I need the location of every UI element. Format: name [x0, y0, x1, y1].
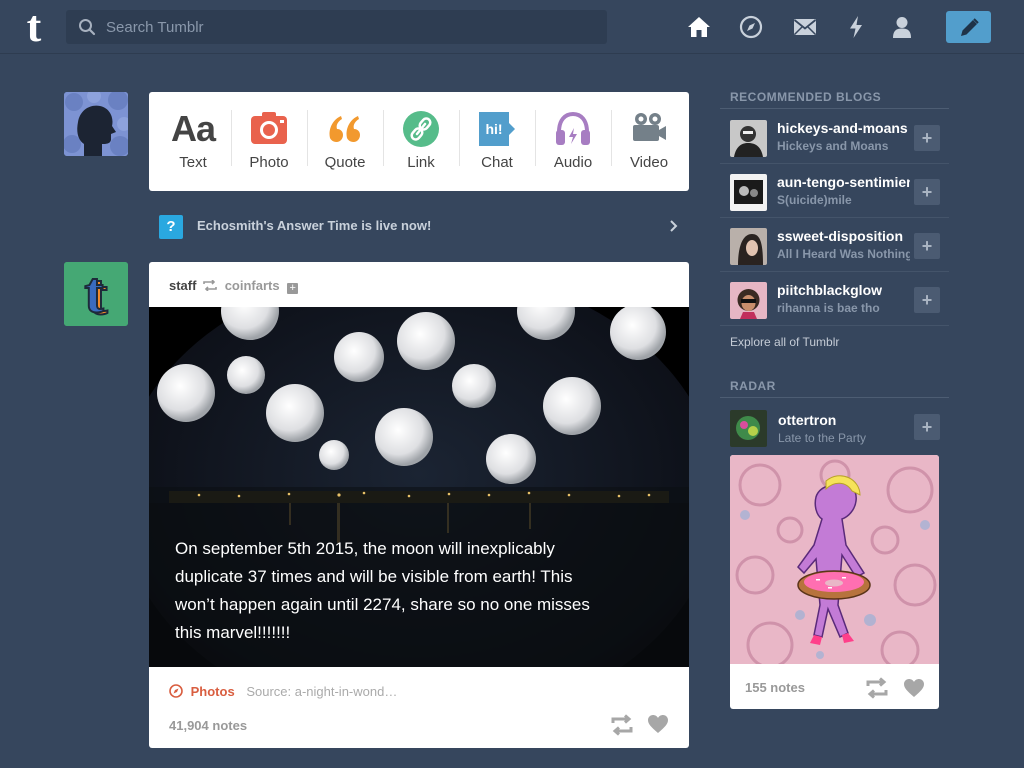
like-heart-icon[interactable]	[647, 714, 669, 734]
blog-avatar[interactable]	[730, 120, 767, 157]
blog-description: All I Heard Was Nothing	[777, 247, 910, 261]
like-heart-icon[interactable]	[903, 678, 925, 698]
post-source[interactable]: Source: a-night-in-wond…	[246, 684, 397, 699]
follow-button[interactable]: +	[914, 414, 940, 440]
blog-description: rihanna is bae tho	[777, 301, 880, 315]
divider	[720, 397, 949, 398]
account-icon[interactable]	[889, 14, 915, 40]
top-bar: t	[0, 0, 1024, 54]
blog-description: S(uicide)mile	[777, 193, 852, 207]
reblog-button[interactable]	[610, 714, 634, 736]
notes-count[interactable]: 41,904 notes	[169, 718, 247, 733]
audio-icon	[556, 111, 590, 145]
post-type-text[interactable]: Aa Text	[155, 92, 231, 191]
compose-button[interactable]	[946, 11, 991, 43]
post-type-link[interactable]: Link	[383, 92, 459, 191]
activity-icon[interactable]	[843, 14, 869, 40]
chevron-right-icon	[670, 220, 678, 232]
post-type-label: Audio	[553, 154, 593, 171]
search-bar[interactable]	[66, 10, 607, 44]
post-caption: On september 5th 2015, the moon will ine…	[175, 539, 590, 642]
blog-avatar[interactable]	[730, 228, 767, 265]
post-meta: Photos Source: a-night-in-wond…	[169, 684, 669, 702]
blog-avatar[interactable]	[730, 282, 767, 319]
follow-icon[interactable]: +	[287, 283, 299, 294]
search-icon	[79, 19, 96, 36]
post-type-label: Photo	[249, 154, 289, 171]
radar-title: RADAR	[730, 379, 776, 393]
chat-icon: hi!	[479, 112, 515, 146]
radar-avatar[interactable]	[730, 410, 767, 447]
reblog-button[interactable]	[865, 677, 889, 699]
question-icon: ?	[159, 215, 183, 239]
explore-link[interactable]: Explore all of Tumblr	[730, 335, 839, 349]
banner-text: Echosmith's Answer Time is live now!	[197, 218, 432, 233]
user-avatar[interactable]	[64, 92, 128, 156]
blog-avatar[interactable]	[730, 174, 767, 211]
post-type-label: Text	[179, 154, 207, 171]
answer-time-banner[interactable]: ? Echosmith's Answer Time is live now!	[149, 208, 689, 244]
radar-blog-description: Late to the Party	[778, 431, 867, 445]
recommended-blog[interactable]: hickeys-and-moans Hickeys and Moans +	[720, 110, 949, 164]
svg-text:hi!: hi!	[485, 121, 502, 137]
follow-button[interactable]: +	[914, 233, 940, 259]
reblog-icon	[203, 279, 217, 292]
home-icon[interactable]	[686, 14, 712, 40]
video-icon	[633, 113, 666, 141]
post-type-audio[interactable]: Audio	[535, 92, 611, 191]
reblogged-from[interactable]: coinfarts	[225, 278, 280, 293]
tumblr-logo[interactable]: t	[14, 5, 54, 49]
blog-name[interactable]: piitchblackglow	[777, 282, 910, 298]
divider	[720, 108, 949, 109]
text-icon: Aa	[170, 108, 216, 149]
radar-blog-name[interactable]: ottertron	[778, 412, 836, 428]
radar-notes-count[interactable]: 155 notes	[745, 680, 805, 695]
post-type-label: Quote	[324, 154, 366, 171]
quote-icon	[329, 116, 360, 142]
recommended-blog[interactable]: piitchblackglow rihanna is bae tho +	[720, 272, 949, 326]
post-photo[interactable]: On september 5th 2015, the moon will ine…	[149, 307, 689, 667]
search-input[interactable]	[106, 10, 596, 44]
post-type-bar: Aa Text Photo Quote Link hi! Chat Audio …	[149, 92, 689, 191]
silhouette-avatar-image	[64, 92, 128, 156]
recommended-blogs-title: RECOMMENDED BLOGS	[730, 90, 882, 104]
post-type-label: Chat	[481, 154, 513, 171]
radar-blog[interactable]: ottertron Late to the Party +	[720, 404, 949, 450]
blog-name[interactable]: ssweet-disposition	[777, 228, 910, 244]
blog-name[interactable]: aun-tengo-sentimientos	[777, 174, 910, 190]
post-type-video[interactable]: Video	[611, 92, 687, 191]
follow-button[interactable]: +	[914, 287, 940, 313]
link-icon	[403, 111, 439, 147]
recommended-blog[interactable]: aun-tengo-sentimientos S(uicide)mile +	[720, 164, 949, 218]
svg-text:t: t	[84, 262, 104, 325]
radar-post[interactable]: 155 notes	[730, 455, 939, 709]
post-author[interactable]: staff	[169, 278, 196, 293]
explore-icon[interactable]	[738, 14, 764, 40]
post-type-chat[interactable]: hi! Chat	[459, 92, 535, 191]
post-header: staff coinfarts +	[169, 278, 299, 296]
staff-avatar[interactable]: t t	[64, 262, 128, 326]
blog-description: Hickeys and Moans	[777, 139, 889, 153]
follow-button[interactable]: +	[914, 125, 940, 151]
post-type-photo[interactable]: Photo	[231, 92, 307, 191]
inbox-icon[interactable]	[792, 14, 818, 40]
post-type-label: Link	[407, 154, 435, 171]
follow-button[interactable]: +	[914, 179, 940, 205]
post-type-label: Video	[629, 154, 669, 171]
dashboard-post: staff coinfarts + On september 5th 2015,…	[149, 262, 689, 748]
pencil-icon	[961, 18, 979, 36]
staff-logo-image: t t	[64, 262, 128, 326]
post-type-quote[interactable]: Quote	[307, 92, 383, 191]
post-type-tag[interactable]: Photos	[191, 684, 235, 699]
blog-name[interactable]: hickeys-and-moans	[777, 120, 910, 136]
radar-post-image[interactable]	[730, 455, 939, 664]
photo-icon	[251, 112, 287, 144]
photos-tag-icon	[169, 684, 183, 698]
recommended-blog[interactable]: ssweet-disposition All I Heard Was Nothi…	[720, 218, 949, 272]
